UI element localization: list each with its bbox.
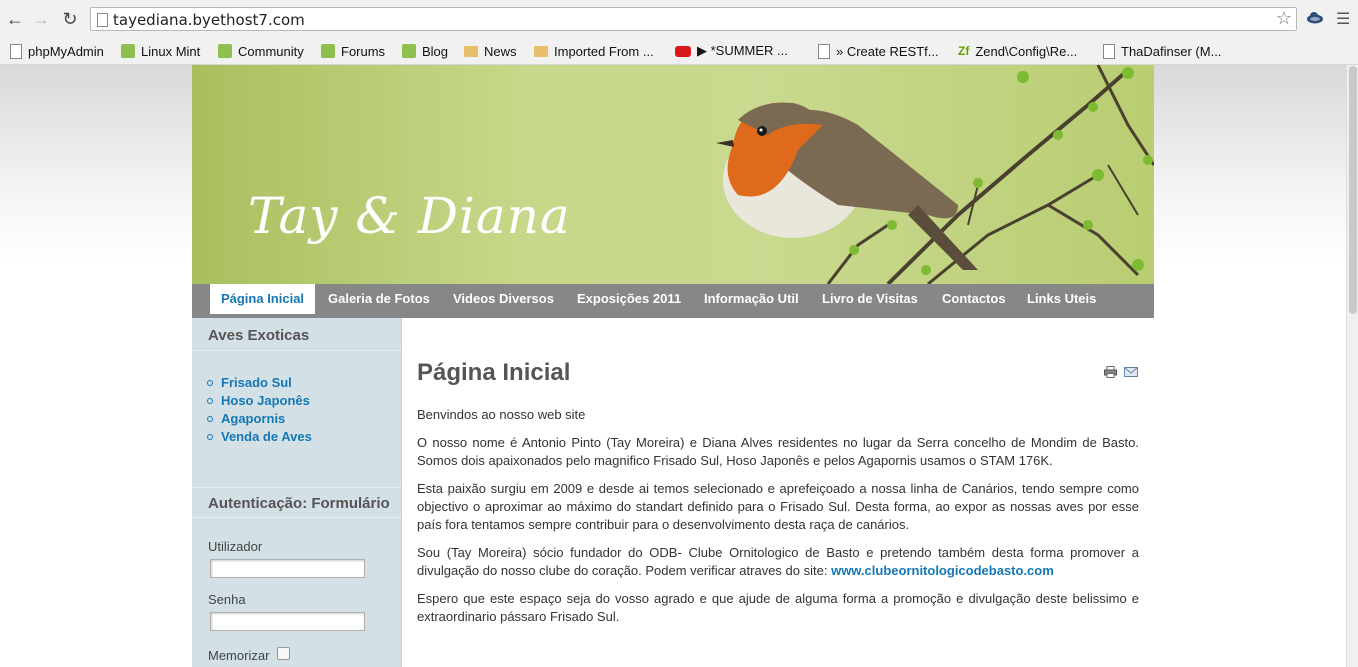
menu-item-agapornis[interactable]: Agapornis	[205, 410, 312, 428]
nav-videos-diversos[interactable]: Videos Diversos	[453, 284, 554, 314]
main-navigation: Página Inicial Galeria de Fotos Videos D…	[192, 284, 1154, 318]
bookmark-item[interactable]: » Create RESTf...	[818, 42, 939, 60]
folder-icon	[464, 45, 478, 57]
page-icon	[818, 43, 830, 59]
reload-icon[interactable]: ↻	[60, 9, 80, 29]
print-icon[interactable]	[1104, 366, 1117, 378]
bookmark-item[interactable]: Zf Zend\Config\Re...	[958, 42, 1077, 60]
mint-icon	[121, 44, 135, 58]
bookmark-folder[interactable]: News	[464, 42, 517, 60]
browser-toolbar: ← → ↻ tayediana.byethost7.com ☆ ☰	[0, 0, 1358, 38]
nav-exposicoes-2011[interactable]: Exposições 2011	[577, 284, 681, 314]
remember-checkbox[interactable]	[277, 647, 290, 660]
mint-icon	[321, 44, 335, 58]
page-icon	[1103, 43, 1115, 59]
site-title: Tay & Diana	[248, 187, 571, 245]
aves-exoticas-heading: Aves Exoticas	[192, 320, 401, 351]
bookmarks-bar: phpMyAdmin Linux Mint Community Forums B…	[0, 38, 1358, 94]
club-paragraph: Sou (Tay Moreira) sócio fundador do ODB-…	[417, 545, 1139, 578]
bookmark-item[interactable]: Blog	[402, 42, 448, 60]
menu-item-venda-de-aves[interactable]: Venda de Aves	[205, 428, 312, 446]
password-input[interactable]	[210, 612, 365, 631]
bookmark-item[interactable]: Linux Mint	[121, 42, 200, 60]
nav-galeria-de-fotos[interactable]: Galeria de Fotos	[328, 284, 430, 314]
mint-icon	[402, 44, 416, 58]
email-icon[interactable]	[1124, 367, 1138, 377]
bookmark-item[interactable]: phpMyAdmin	[10, 42, 104, 60]
cloud-extension-icon[interactable]	[1306, 10, 1324, 24]
nav-links-uteis[interactable]: Links Uteis	[1027, 284, 1096, 314]
intro-paragraph: Benvindos ao nosso web site	[417, 407, 586, 422]
login-form-heading: Autenticação: Formulário	[192, 487, 401, 518]
bookmark-item[interactable]: Community	[218, 42, 304, 60]
nav-contactos[interactable]: Contactos	[942, 284, 1006, 314]
club-website-link[interactable]: www.clubeornitologicodebasto.com	[831, 563, 1054, 578]
page-icon	[10, 43, 22, 59]
folder-icon	[534, 45, 548, 57]
username-label: Utilizador	[208, 539, 263, 554]
zend-icon: Zf	[958, 44, 970, 58]
url-text: tayediana.byethost7.com	[113, 11, 305, 29]
remember-label: Memorizar	[208, 648, 270, 663]
youtube-icon	[675, 45, 691, 57]
scrollbar-thumb[interactable]	[1349, 66, 1357, 314]
sidebar: Aves Exoticas Frisado Sul Hoso Japonês A…	[192, 318, 402, 667]
nav-livro-de-visitas[interactable]: Livro de Visitas	[822, 284, 918, 314]
mint-icon	[218, 44, 232, 58]
back-icon[interactable]: ←	[5, 9, 25, 29]
closing-paragraph: Espero que este espaço seja do vosso agr…	[417, 591, 1139, 624]
header-banner: Tay & Diana	[192, 65, 1154, 284]
username-input[interactable]	[210, 559, 365, 578]
bookmark-item[interactable]: ThaDafinser (M...	[1103, 42, 1221, 60]
page-icon	[97, 13, 108, 27]
bookmark-folder[interactable]: Imported From ...	[534, 42, 654, 60]
page-title: Página Inicial	[417, 359, 571, 386]
aves-menu: Frisado Sul Hoso Japonês Agapornis Venda…	[205, 374, 312, 446]
about-paragraph: O nosso nome é Antonio Pinto (Tay Moreir…	[417, 435, 1139, 468]
menu-item-hoso-japones[interactable]: Hoso Japonês	[205, 392, 312, 410]
address-bar[interactable]: tayediana.byethost7.com ☆	[90, 7, 1297, 31]
menu-icon[interactable]: ☰	[1336, 9, 1350, 28]
menu-item-frisado-sul[interactable]: Frisado Sul	[205, 374, 312, 392]
nav-pagina-inicial[interactable]: Página Inicial	[210, 284, 315, 314]
bookmark-item[interactable]: ▶ *SUMMER ...	[675, 42, 788, 60]
bookmark-star-icon[interactable]: ☆	[1276, 8, 1292, 29]
bookmark-item[interactable]: Forums	[321, 42, 385, 60]
history-paragraph: Esta paixão surgiu em 2009 e desde ai te…	[417, 481, 1139, 532]
password-label: Senha	[208, 592, 246, 607]
robin-bird-image	[716, 65, 1154, 284]
forward-icon[interactable]: →	[31, 9, 51, 29]
nav-informacao-util[interactable]: Informação Util	[704, 284, 799, 314]
